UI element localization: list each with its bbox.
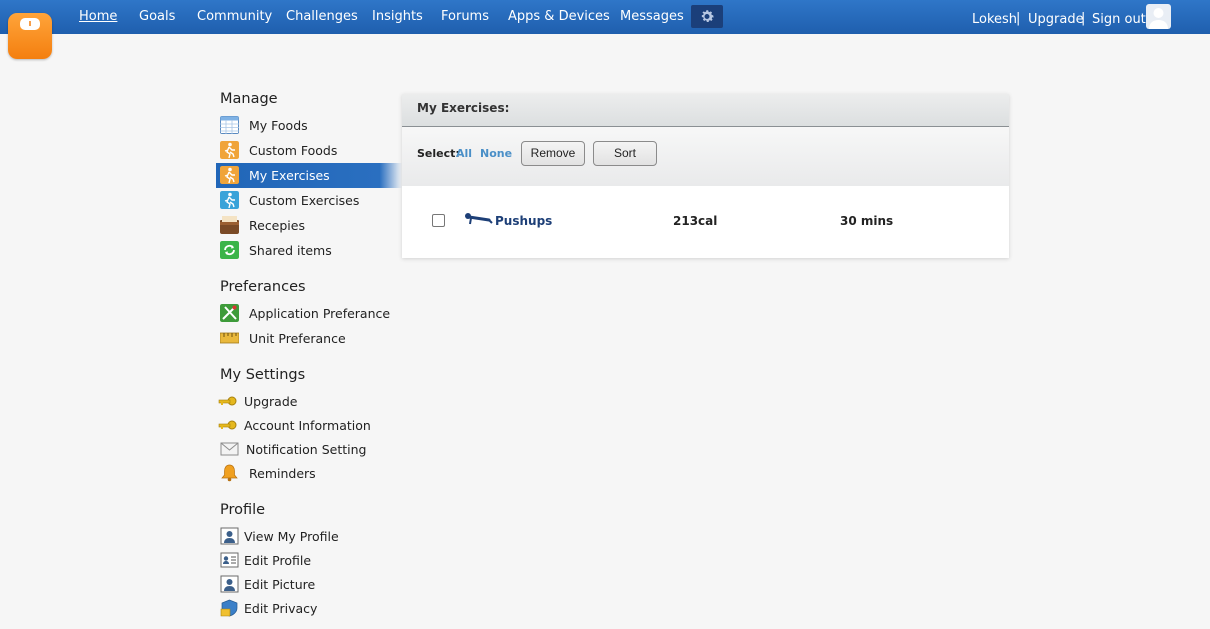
sidebar-item-my-foods[interactable]: My Foods — [216, 113, 402, 138]
select-label: Select: — [417, 147, 460, 160]
runner-icon — [220, 141, 239, 159]
remove-button[interactable]: Remove — [521, 141, 585, 166]
exercise-duration: 30 mins — [840, 214, 894, 228]
sidebar-item-shared-items[interactable]: Shared items — [216, 238, 402, 263]
exercise-name-link[interactable]: Pushups — [495, 214, 552, 228]
nav-messages[interactable]: Messages — [620, 9, 684, 24]
sidebar-item-label: View My Profile — [244, 529, 339, 544]
runner-icon — [220, 166, 239, 184]
my-exercises-panel: My Exercises: Select: All None Remove So… — [402, 94, 1009, 258]
sidebar-item-label: Edit Picture — [244, 577, 316, 592]
gear-icon — [701, 10, 714, 23]
sidebar-item-edit-profile[interactable]: Edit Profile — [216, 548, 402, 573]
profile-card-icon — [220, 575, 239, 593]
upgrade-link[interactable]: Upgrade — [1028, 12, 1084, 27]
sidebar-item-label: Reminders — [249, 466, 316, 481]
sidebar-item-view-my-profile[interactable]: View My Profile — [216, 524, 402, 549]
tools-icon — [220, 304, 239, 322]
key-icon — [218, 420, 237, 430]
recipe-box-icon — [220, 216, 239, 234]
sidebar-item-label: Edit Profile — [244, 553, 312, 568]
sidebar-item-label: Upgrade — [244, 394, 298, 409]
sidebar-item-label: Account Information — [244, 418, 371, 433]
profile-card-icon — [220, 527, 239, 545]
select-all-link[interactable]: All — [456, 147, 472, 160]
nav-community[interactable]: Community — [197, 9, 272, 24]
user-avatar[interactable] — [1146, 4, 1171, 29]
shield-icon — [220, 599, 238, 617]
sidebar-item-application-preference[interactable]: Application Preferance — [216, 301, 402, 326]
section-title-preferences: Preferances — [220, 279, 306, 295]
separator: | — [1016, 11, 1021, 26]
panel-title: My Exercises: — [417, 101, 510, 115]
sidebar-item-label: My Foods — [249, 118, 308, 133]
sidebar-item-label: Custom Exercises — [249, 193, 360, 208]
sidebar-item-custom-foods[interactable]: Custom Foods — [216, 138, 402, 163]
bell-icon — [221, 464, 238, 482]
top-nav-bar: Home Goals Community Challenges Insights… — [0, 0, 1210, 34]
sidebar-item-edit-picture[interactable]: Edit Picture — [216, 572, 402, 597]
calendar-grid-icon — [220, 116, 239, 134]
avatar-silhouette-icon — [1149, 8, 1168, 29]
nav-home[interactable]: Home — [79, 9, 117, 24]
sidebar-item-label: Custom Foods — [249, 143, 338, 158]
runner-icon — [220, 191, 239, 209]
sidebar-item-label: My Exercises — [249, 168, 330, 183]
section-title-profile: Profile — [220, 502, 266, 518]
section-title-manage: Manage — [220, 91, 278, 107]
pushup-icon — [465, 213, 493, 225]
separator: | — [1081, 11, 1086, 26]
sidebar-item-label: Edit Privacy — [244, 601, 318, 616]
sort-button[interactable]: Sort — [593, 141, 657, 166]
selection-toolbar: Select: All None Remove Sort — [402, 127, 1009, 186]
section-title-my-settings: My Settings — [220, 367, 306, 383]
nav-apps-devices[interactable]: Apps & Devices — [508, 9, 610, 24]
table-row: Pushups 213cal 30 mins — [402, 204, 1009, 240]
sidebar-item-label: Application Preferance — [249, 306, 391, 321]
nav-challenges[interactable]: Challenges — [286, 9, 358, 24]
nav-goals[interactable]: Goals — [139, 9, 175, 24]
sidebar-item-my-exercises[interactable]: My Exercises — [216, 163, 402, 188]
exercise-calories: 213cal — [673, 214, 718, 228]
sidebar-item-notification-setting[interactable]: Notification Setting — [216, 437, 402, 462]
sidebar-item-account-information[interactable]: Account Information — [216, 413, 402, 438]
sidebar-item-upgrade[interactable]: Upgrade — [216, 389, 402, 414]
sidebar-item-recepies[interactable]: Recepies — [216, 213, 402, 238]
envelope-icon — [220, 442, 239, 456]
user-name-link[interactable]: Lokesh — [972, 12, 1017, 27]
sidebar-item-label: Unit Preferance — [249, 331, 346, 346]
ruler-icon — [220, 332, 239, 344]
scale-logo-icon — [20, 18, 40, 30]
panel-header: My Exercises: — [402, 94, 1009, 127]
settings-button[interactable] — [691, 5, 723, 28]
sidebar-item-label: Shared items — [249, 243, 332, 258]
sidebar-item-label: Notification Setting — [246, 442, 367, 457]
key-icon — [218, 396, 237, 406]
sidebar-item-reminders[interactable]: Reminders — [216, 461, 402, 486]
id-card-icon — [220, 552, 239, 568]
nav-insights[interactable]: Insights — [372, 9, 423, 24]
nav-forums[interactable]: Forums — [441, 9, 489, 24]
sidebar-item-custom-exercises[interactable]: Custom Exercises — [216, 188, 402, 213]
exercise-checkbox[interactable] — [432, 214, 445, 227]
sidebar-item-edit-privacy[interactable]: Edit Privacy — [216, 596, 402, 621]
sidebar-item-label: Recepies — [249, 218, 305, 233]
share-icon — [220, 241, 239, 259]
sidebar-item-unit-preference[interactable]: Unit Preferance — [216, 326, 402, 351]
signout-link[interactable]: Sign out — [1092, 12, 1146, 27]
select-none-link[interactable]: None — [480, 147, 512, 160]
app-logo[interactable] — [8, 13, 52, 59]
